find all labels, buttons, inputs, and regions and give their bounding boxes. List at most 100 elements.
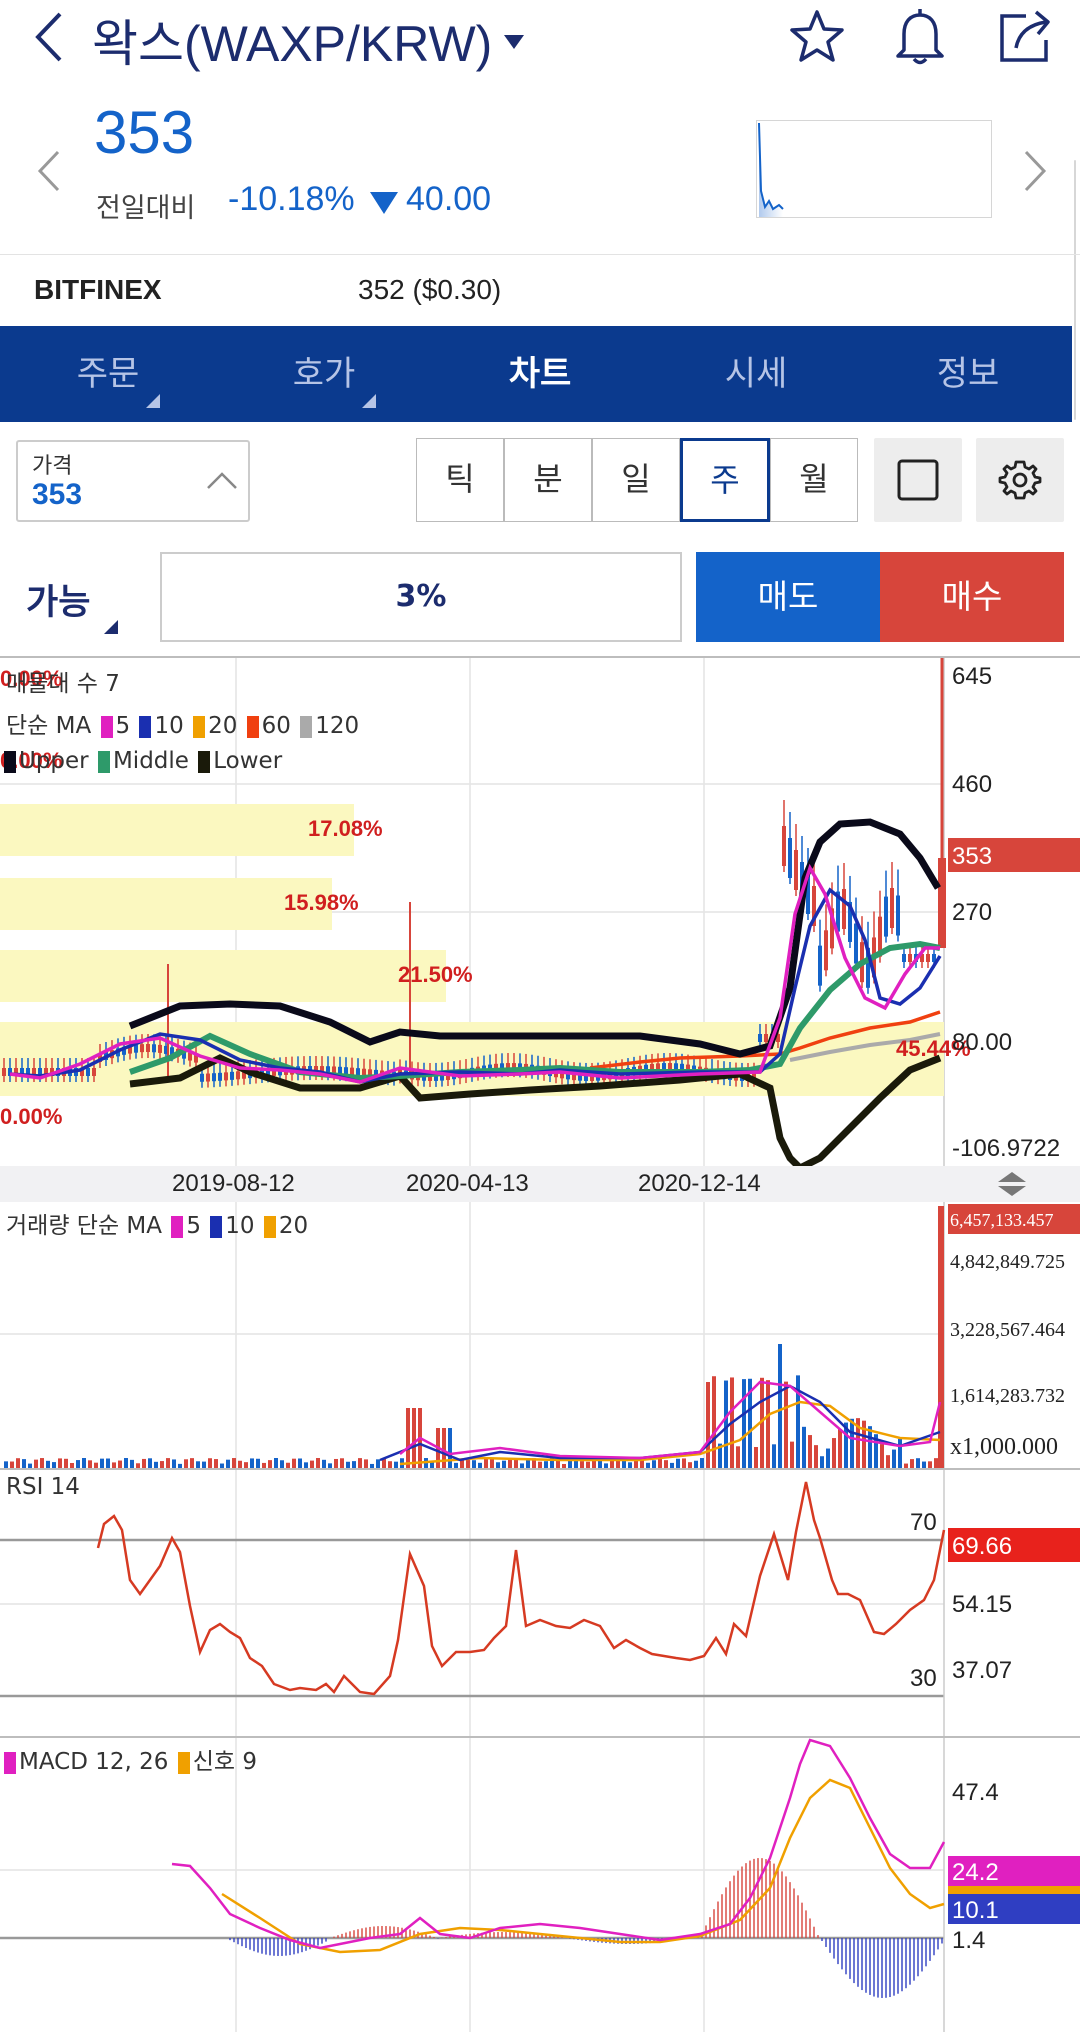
mini-chart[interactable] bbox=[756, 120, 992, 218]
back-icon[interactable] bbox=[30, 10, 70, 64]
candle-body bbox=[86, 1068, 90, 1076]
volume-bar bbox=[124, 1458, 128, 1468]
volume-bar bbox=[352, 1461, 356, 1468]
period-week[interactable]: 주 bbox=[680, 438, 770, 522]
profile-pct-5: 0.00% bbox=[0, 1104, 62, 1129]
volume-bar bbox=[214, 1459, 218, 1468]
signal-legend-label: 신호 9 bbox=[192, 1749, 257, 1775]
volume-bar bbox=[358, 1458, 362, 1468]
candle-body bbox=[758, 1034, 762, 1042]
volume-bar bbox=[238, 1460, 242, 1468]
candle-body bbox=[926, 954, 930, 962]
candle-body bbox=[890, 888, 894, 929]
tab-quotes[interactable]: 시세 bbox=[648, 326, 864, 422]
volume-bar bbox=[16, 1458, 20, 1468]
change-amount: 40.00 bbox=[406, 180, 492, 218]
volume-bar bbox=[832, 1438, 836, 1468]
period-tick[interactable]: 틱 bbox=[416, 438, 504, 522]
ma60-swatch bbox=[246, 715, 259, 738]
volume-bar bbox=[460, 1460, 464, 1468]
tab-info[interactable]: 정보 bbox=[864, 326, 1072, 422]
macd-chart[interactable]: 47.4 1.4 24.2 14.1 10.1 bbox=[0, 1738, 1080, 2032]
sell-button[interactable]: 매도 bbox=[696, 552, 880, 642]
macd-y-tick: 1.4 bbox=[952, 1927, 985, 1954]
volume-bar bbox=[40, 1458, 44, 1468]
candle-body bbox=[908, 954, 912, 962]
volume-bar bbox=[412, 1408, 416, 1468]
bb-upper-line bbox=[128, 818, 942, 1058]
candle-body bbox=[206, 1073, 210, 1082]
ma-legend: 단순 MA 5 10 20 60 120 bbox=[6, 706, 359, 740]
quantity-percent-field[interactable]: 3% bbox=[160, 552, 682, 642]
volume-bar bbox=[22, 1459, 26, 1468]
resize-handle-icon[interactable] bbox=[996, 1170, 1028, 1198]
volume-bar bbox=[340, 1458, 344, 1468]
macd-y-tick: 47.4 bbox=[952, 1779, 999, 1806]
candle-body bbox=[92, 1068, 96, 1076]
candle-body bbox=[788, 838, 792, 878]
chevron-right-icon[interactable] bbox=[1022, 148, 1048, 194]
exchange-price: 352 ($0.30) bbox=[358, 274, 502, 305]
volume-bar bbox=[4, 1461, 8, 1468]
rsi-chart[interactable]: 70 30 54.15 37.07 69.66 bbox=[0, 1470, 1080, 1738]
ma5-label: 5 bbox=[115, 713, 131, 739]
bb-middle-swatch bbox=[97, 750, 110, 773]
fullscreen-button[interactable] bbox=[874, 438, 962, 522]
tab-orderbook[interactable]: 호가 bbox=[216, 326, 432, 422]
period-minute[interactable]: 분 bbox=[504, 438, 592, 522]
volume-bar bbox=[580, 1461, 584, 1468]
available-menu-icon bbox=[104, 620, 118, 634]
period-month[interactable]: 월 bbox=[770, 438, 858, 522]
volume-bar bbox=[898, 1438, 902, 1468]
volume-profile-bar bbox=[0, 804, 354, 856]
tab-orderbook-label: 호가 bbox=[292, 354, 356, 394]
volume-bar bbox=[148, 1458, 152, 1468]
candle-body bbox=[212, 1073, 216, 1082]
volume-bar bbox=[802, 1426, 806, 1468]
rsi-level-low: 30 bbox=[910, 1665, 937, 1692]
volume-bar bbox=[322, 1459, 326, 1468]
bell-icon[interactable] bbox=[892, 6, 948, 66]
x-tick: 2020-12-14 bbox=[638, 1170, 761, 1197]
volume-bar bbox=[682, 1458, 686, 1468]
tab-info-label: 정보 bbox=[936, 354, 1000, 394]
volume-bar bbox=[622, 1460, 626, 1468]
period-day[interactable]: 일 bbox=[592, 438, 680, 522]
divider bbox=[0, 254, 1080, 255]
volume-bar bbox=[826, 1448, 830, 1468]
buy-button[interactable]: 매수 bbox=[880, 552, 1064, 642]
volume-bar bbox=[190, 1458, 194, 1468]
tab-menu-icon bbox=[362, 394, 376, 408]
macd-badge: 24.2 bbox=[952, 1859, 999, 1886]
bb-lower-label: Lower bbox=[213, 748, 283, 774]
settings-button[interactable] bbox=[976, 438, 1064, 522]
volume-bar bbox=[376, 1459, 380, 1468]
rsi-level-high: 70 bbox=[910, 1509, 937, 1536]
macd-signal-line bbox=[221, 1778, 945, 1954]
available-selector[interactable]: 가능 bbox=[26, 574, 90, 625]
star-icon[interactable] bbox=[788, 8, 846, 66]
page-title[interactable]: 왁스(WAXP/KRW) bbox=[92, 4, 525, 76]
candle-body bbox=[902, 954, 906, 962]
volume-bar bbox=[838, 1429, 842, 1468]
volume-current-badge: 6,457,133.457 bbox=[950, 1210, 1054, 1230]
exchange-name: BITFINEX bbox=[34, 274, 162, 305]
volume-bar bbox=[814, 1445, 818, 1468]
candle-body bbox=[158, 1044, 162, 1053]
volume-bar bbox=[226, 1459, 230, 1468]
tab-chart[interactable]: 차트 bbox=[432, 326, 648, 422]
candle-body bbox=[200, 1073, 204, 1082]
volume-bar bbox=[130, 1459, 134, 1468]
chevron-left-icon[interactable] bbox=[36, 148, 62, 194]
candle-body bbox=[938, 858, 946, 948]
price-selector[interactable]: 가격 353 bbox=[16, 440, 250, 522]
candle-body bbox=[140, 1044, 144, 1053]
tab-order[interactable]: 주문 bbox=[0, 326, 216, 422]
volume-bar bbox=[766, 1380, 770, 1468]
share-icon[interactable] bbox=[996, 8, 1056, 64]
square-icon bbox=[897, 459, 939, 501]
volume-chart[interactable]: 4,842,849.725 3,228,567.464 1,614,283.73… bbox=[0, 1202, 1080, 1470]
scroll-indicator bbox=[1074, 160, 1076, 420]
volume-bar bbox=[166, 1458, 170, 1468]
vol-ma5-swatch bbox=[171, 1215, 184, 1238]
